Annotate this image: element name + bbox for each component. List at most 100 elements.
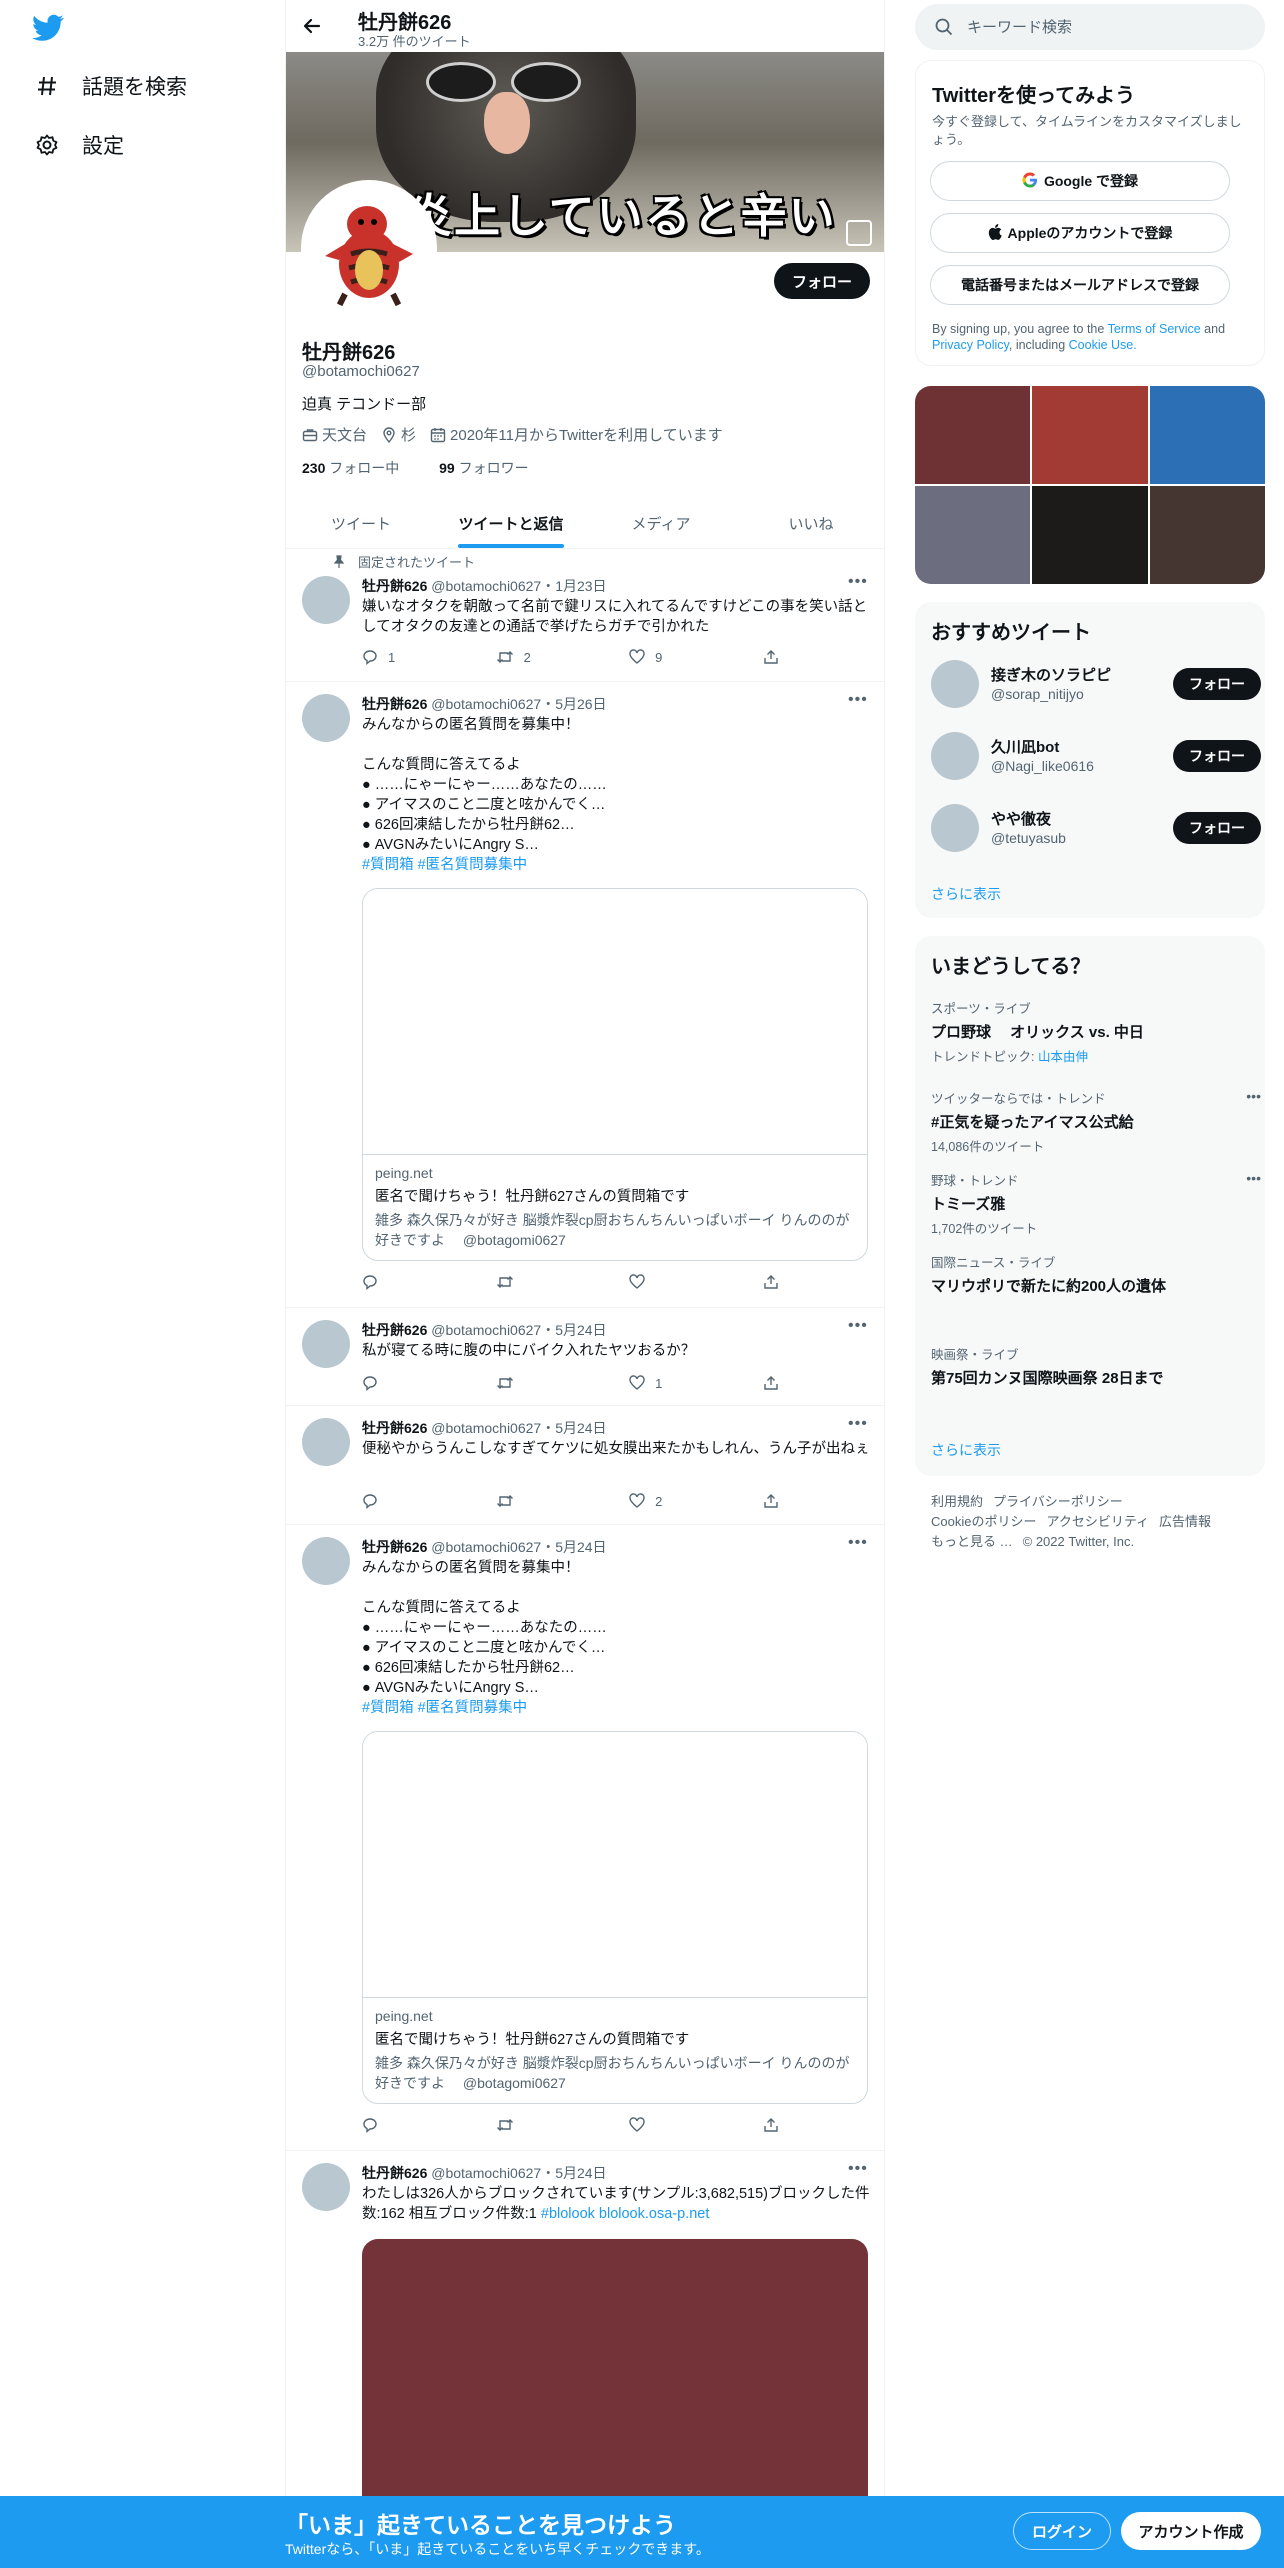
following-link[interactable]: 230 フォロー中 [302,460,417,476]
tab-tweets[interactable]: ツイート [286,497,436,548]
tweet-avatar[interactable] [302,1418,350,1466]
tweet[interactable]: 牡丹餅626 @botamochi0627・5月26日 ••• みんなからの匿名… [286,682,884,1308]
more-options-icon[interactable]: ••• [1246,1088,1261,1104]
reply-button[interactable] [362,1493,496,1509]
footer-more-link[interactable]: もっと見る … [931,1534,1013,1549]
media-thumbnail[interactable] [1149,386,1265,484]
search-input[interactable] [967,18,1247,36]
footer-ads-link[interactable]: 広告情報 [1159,1514,1211,1529]
google-signup-button[interactable]: Google で登録 [930,161,1230,201]
search-box[interactable] [915,4,1265,50]
link-card[interactable]: peing.net 匿名で聞けちゃう！牡丹餅627さんの質問箱です 雑多 森久保… [362,1731,868,2104]
privacy-link[interactable]: Privacy Policy [932,338,1009,352]
share-button[interactable] [763,649,802,665]
media-thumbnail[interactable] [1032,386,1148,484]
tweet[interactable]: 牡丹餅626 @botamochi0627・5月24日 ••• 便秘やからうんこ… [286,1406,884,1525]
nav-explore[interactable]: 話題を検索 [34,66,187,106]
follow-button[interactable]: フォロー [1173,812,1261,844]
avatar[interactable] [931,804,979,852]
reply-icon [363,2118,377,2133]
more-options-icon[interactable]: ••• [848,691,868,709]
follow-button[interactable]: フォロー [1173,668,1261,700]
tweet[interactable]: 牡丹餅626 @botamochi0627・5月24日 ••• みんなからの匿名… [286,1525,884,2151]
tweet-hashtags[interactable]: #質問箱 #匿名質問募集中 [362,855,870,875]
trend-item[interactable]: スポーツ・ライブ プロ野球 オリックス vs. 中日 トレンドトピック: 山本由… [931,998,1261,1065]
tweet-avatar[interactable] [302,1537,350,1585]
media-thumbnail[interactable] [915,486,1031,584]
nav-settings[interactable]: 設定 [34,125,124,165]
trend-item[interactable]: ツイッターならでは・トレンド #正気を疑ったアイマス公式給 14,086件のツイ… [931,1088,1261,1155]
more-options-icon[interactable]: ••• [848,1317,868,1335]
login-button[interactable]: ログイン [1013,2512,1111,2550]
reply-button[interactable] [362,2117,496,2133]
avatar[interactable] [931,660,979,708]
phone-email-signup-button[interactable]: 電話番号またはメールアドレスで登録 [930,265,1230,305]
trend-item[interactable]: 映画祭・ライブ 第75回カンヌ国際映画祭 28日まで [931,1344,1261,1388]
retweet-button[interactable] [496,1493,630,1509]
twitter-bird-icon[interactable] [32,14,64,42]
followers-link[interactable]: 99 フォロワー [439,460,546,476]
avatar[interactable] [931,732,979,780]
follow-button[interactable]: フォロー [1173,740,1261,772]
footer-cookie-link[interactable]: Cookieのポリシー [931,1514,1036,1529]
footer-privacy-link[interactable]: プライバシーポリシー [993,1494,1123,1509]
tweet-avatar[interactable] [302,694,350,742]
more-options-icon[interactable]: ••• [848,1534,868,1552]
media-thumbnail[interactable] [1032,486,1148,584]
retweet-button[interactable] [496,2117,630,2133]
follow-button[interactable]: フォロー [774,263,870,299]
banner-corner-mark [846,220,872,246]
tweet-avatar[interactable] [302,2163,350,2211]
retweet-button[interactable] [496,1375,630,1391]
link-card[interactable]: peing.net 匿名で聞けちゃう！牡丹餅627さんの質問箱です 雑多 森久保… [362,888,868,1261]
apple-signup-button[interactable]: Appleのアカウントで登録 [930,213,1230,253]
reply-button[interactable]: 1 [362,649,496,665]
media-thumbnail[interactable] [1149,486,1265,584]
trend-topic-link[interactable]: 山本由伸 [1038,1050,1088,1064]
retweet-button[interactable] [496,1274,630,1290]
more-options-icon[interactable]: ••• [848,2160,868,2178]
like-button[interactable] [629,1274,763,1290]
share-button[interactable] [763,1375,802,1391]
tweet[interactable]: 牡丹餅626 @botamochi0627・1月23日 ••• 嫌いなオタクを朝… [286,549,884,682]
tweet-header: 牡丹餅626 @botamochi0627・1月23日 [362,578,607,594]
cookie-link[interactable]: Cookie Use. [1069,338,1137,352]
suggested-user[interactable]: 接ぎ木のソラピピ @sorap_nitijyo フォロー [931,656,1261,712]
tab-tweets-and-replies[interactable]: ツイートと返信 [436,497,586,548]
media-thumbnail[interactable] [915,386,1031,484]
suggested-user[interactable]: 久川凪bot @Nagi_like0616 フォロー [931,728,1261,784]
share-button[interactable] [763,2117,802,2133]
tweet-avatar[interactable] [302,576,350,624]
more-options-icon[interactable]: ••• [848,573,868,591]
show-more-link[interactable]: さらに表示 [931,1440,1001,1460]
like-button[interactable]: 2 [629,1493,763,1509]
more-options-icon[interactable]: ••• [848,1415,868,1433]
trend-item[interactable]: 国際ニュース・ライブ マリウポリで新たに約200人の遺体 [931,1252,1261,1296]
create-account-button[interactable]: アカウント作成 [1121,2512,1261,2550]
tweet[interactable]: 牡丹餅626 @botamochi0627・5月24日 ••• 私が寝てる時に腹… [286,1308,884,1406]
like-button[interactable] [629,2117,763,2133]
tweet-hashtags[interactable]: #質問箱 #匿名質問募集中 [362,1698,870,1718]
profile-avatar[interactable] [301,180,437,316]
footer-terms-link[interactable]: 利用規約 [931,1494,983,1509]
tab-media[interactable]: メディア [586,497,736,548]
retweet-button[interactable]: 2 [496,649,630,665]
apple-icon [988,223,1002,243]
reply-button[interactable] [362,1375,496,1391]
tweet-hashtags[interactable]: #blolook blolook.osa-p.net [541,2206,709,2222]
suggested-user[interactable]: やや徹夜 @tetuyasub フォロー [931,800,1261,856]
calendar-icon [430,427,446,442]
like-button[interactable]: 9 [629,649,763,665]
more-options-icon[interactable]: ••• [1246,1170,1261,1186]
back-arrow-icon[interactable] [298,12,326,40]
tab-likes[interactable]: いいね [736,497,884,548]
share-button[interactable] [763,1274,802,1290]
terms-link[interactable]: Terms of Service [1108,322,1201,336]
show-more-link[interactable]: さらに表示 [931,884,1001,904]
like-button[interactable]: 1 [629,1375,763,1391]
footer-accessibility-link[interactable]: アクセシビリティ [1046,1514,1149,1529]
share-button[interactable] [763,1493,802,1509]
tweet-avatar[interactable] [302,1320,350,1368]
trend-item[interactable]: 野球・トレンド トミーズ雅 1,702件のツイート ••• [931,1170,1261,1237]
reply-button[interactable] [362,1274,496,1290]
